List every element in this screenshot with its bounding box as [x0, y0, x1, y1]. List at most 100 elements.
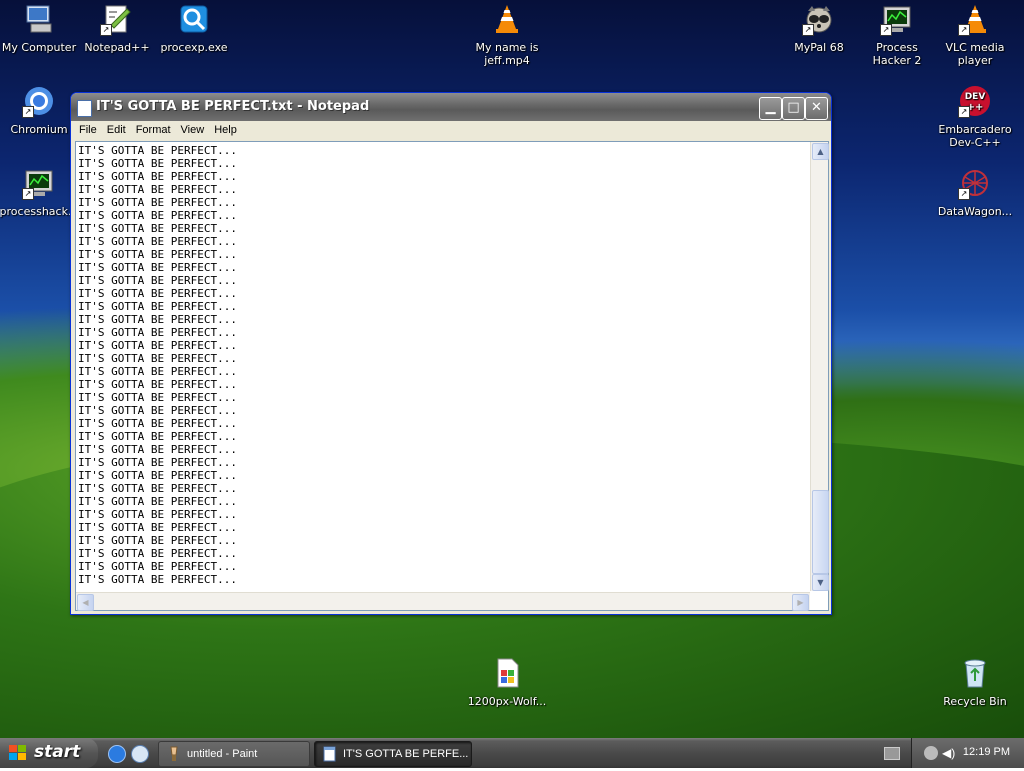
- text-line: IT'S GOTTA BE PERFECT...: [78, 508, 237, 521]
- text-line: IT'S GOTTA BE PERFECT...: [78, 547, 237, 560]
- desktop-icon-mypal[interactable]: ↗ MyPal 68: [778, 3, 860, 54]
- notepad-icon: [323, 746, 337, 762]
- text-line: IT'S GOTTA BE PERFECT...: [78, 482, 237, 495]
- text-editor-area[interactable]: IT'S GOTTA BE PERFECT... IT'S GOTTA BE PE…: [75, 141, 829, 611]
- text-line: IT'S GOTTA BE PERFECT...: [78, 248, 237, 261]
- menu-file[interactable]: File: [74, 122, 102, 138]
- text-line: IT'S GOTTA BE PERFECT...: [78, 521, 237, 534]
- volume-icon[interactable]: ◀): [942, 746, 955, 760]
- text-line: IT'S GOTTA BE PERFECT...: [78, 469, 237, 482]
- minimize-button[interactable]: ▁: [759, 97, 782, 120]
- datawagon-icon: ↗: [958, 167, 991, 200]
- desktop-icon-jeff-video[interactable]: My name is jeff.mp4: [466, 3, 548, 67]
- text-content[interactable]: IT'S GOTTA BE PERFECT... IT'S GOTTA BE PE…: [78, 144, 808, 590]
- shortcut-arrow-icon: ↗: [22, 188, 34, 200]
- desktop-icon-procexp[interactable]: procexp.exe: [153, 3, 235, 54]
- computer-icon: [23, 3, 55, 35]
- chevron-up-icon: ▲: [817, 147, 824, 156]
- taskbar-item-notepad[interactable]: IT'S GOTTA BE PERFE...: [314, 741, 472, 767]
- text-line: IT'S GOTTA BE PERFECT...: [78, 352, 237, 365]
- desktop-icon-process-hacker-2[interactable]: ↗ Process Hacker 2: [856, 3, 938, 67]
- vertical-scroll-thumb[interactable]: [812, 490, 829, 574]
- safely-remove-hardware-icon[interactable]: [924, 746, 938, 760]
- clock[interactable]: 12:19 PM: [963, 746, 1010, 758]
- show-desktop-icon[interactable]: [131, 745, 149, 763]
- taskbar: start untitled - Paint IT'S GOTTA BE PER…: [0, 738, 1024, 768]
- desktop-icon-recycle-bin[interactable]: Recycle Bin: [934, 657, 1016, 708]
- shortcut-arrow-icon: ↗: [880, 24, 892, 36]
- text-line: IT'S GOTTA BE PERFECT...: [78, 443, 237, 456]
- notepadpp-icon: ↗: [100, 3, 133, 36]
- close-button[interactable]: ✕: [805, 97, 828, 120]
- internet-explorer-icon[interactable]: [108, 745, 126, 763]
- text-line: IT'S GOTTA BE PERFECT...: [78, 261, 237, 274]
- notepad-window[interactable]: IT'S GOTTA BE PERFECT.txt - Notepad ▁ □ …: [70, 92, 832, 615]
- text-line: IT'S GOTTA BE PERFECT...: [78, 365, 237, 378]
- start-button[interactable]: start: [0, 738, 98, 768]
- shortcut-arrow-icon: ↗: [958, 24, 970, 36]
- shortcut-arrow-icon: ↗: [958, 106, 970, 118]
- text-line: IT'S GOTTA BE PERFECT...: [78, 209, 237, 222]
- text-line: IT'S GOTTA BE PERFECT...: [78, 300, 237, 313]
- desktop-icon-notepadpp[interactable]: ↗ Notepad++: [76, 3, 158, 54]
- vertical-scrollbar[interactable]: ▲ ▼: [810, 142, 829, 591]
- procexp-icon: [178, 3, 210, 35]
- scroll-right-button[interactable]: ▶: [792, 594, 809, 611]
- desktop: My Computer ↗ Notepad++ procexp.exe My n…: [0, 0, 1024, 738]
- windows-flag-icon: [9, 745, 27, 761]
- menu-view[interactable]: View: [176, 122, 210, 138]
- chevron-down-icon: ▼: [817, 578, 824, 587]
- processhacker-icon: ↗: [880, 3, 913, 36]
- scroll-down-button[interactable]: ▼: [812, 574, 829, 591]
- text-line: IT'S GOTTA BE PERFECT...: [78, 183, 237, 196]
- desktop-icon-wolf-image[interactable]: 1200px-Wolf...: [466, 657, 548, 708]
- chromium-icon: ↗: [22, 85, 55, 118]
- minimize-icon: ▁: [765, 100, 776, 115]
- menu-help[interactable]: Help: [209, 122, 242, 138]
- devcpp-icon: DEV ++ ↗: [958, 85, 991, 118]
- desktop-icon-processhack[interactable]: ↗ processhack...: [0, 167, 80, 218]
- close-icon: ✕: [811, 100, 822, 115]
- maximize-icon: □: [787, 100, 800, 115]
- menu-bar: File Edit Format View Help: [74, 122, 828, 140]
- shortcut-arrow-icon: ↗: [100, 24, 112, 36]
- maximize-button[interactable]: □: [782, 97, 805, 120]
- recycle-bin-icon: [959, 657, 991, 689]
- desktop-icon-my-computer[interactable]: My Computer: [0, 3, 80, 54]
- text-line: IT'S GOTTA BE PERFECT...: [78, 339, 237, 352]
- window-title: IT'S GOTTA BE PERFECT.txt - Notepad: [96, 99, 370, 114]
- scroll-up-button[interactable]: ▲: [812, 143, 829, 160]
- processhacker-icon: ↗: [22, 167, 55, 200]
- vlc-cone-icon: ↗: [958, 3, 991, 36]
- text-line: IT'S GOTTA BE PERFECT...: [78, 287, 237, 300]
- text-line: IT'S GOTTA BE PERFECT...: [78, 391, 237, 404]
- horizontal-scrollbar[interactable]: ◀ ▶: [76, 592, 810, 611]
- shortcut-arrow-icon: ↗: [802, 24, 814, 36]
- scroll-left-button[interactable]: ◀: [77, 594, 94, 611]
- text-line: IT'S GOTTA BE PERFECT...: [78, 326, 237, 339]
- text-line: IT'S GOTTA BE PERFECT...: [78, 274, 237, 287]
- text-line: IT'S GOTTA BE PERFECT...: [78, 157, 237, 170]
- svg-text:DEV: DEV: [965, 92, 986, 102]
- desktop-icon-datawagon[interactable]: ↗ DataWagon...: [934, 167, 1016, 218]
- text-line: IT'S GOTTA BE PERFECT...: [78, 313, 237, 326]
- notepad-app-icon[interactable]: [77, 100, 92, 117]
- system-tray: ◀) 12:19 PM: [884, 738, 1024, 768]
- notepad-title-bar[interactable]: IT'S GOTTA BE PERFECT.txt - Notepad ▁ □ …: [71, 93, 831, 121]
- taskbar-item-paint[interactable]: untitled - Paint: [158, 741, 310, 767]
- mypal-icon: ↗: [802, 3, 835, 36]
- menu-format[interactable]: Format: [131, 122, 176, 138]
- chevron-right-icon: ▶: [797, 598, 804, 607]
- text-line: IT'S GOTTA BE PERFECT...: [78, 534, 237, 547]
- menu-edit[interactable]: Edit: [102, 122, 131, 138]
- desktop-icon-vlc[interactable]: ↗ VLC media player: [934, 3, 1016, 67]
- image-file-icon: [491, 657, 523, 689]
- desktop-icon-chromium[interactable]: ↗ Chromium: [0, 85, 80, 136]
- text-line: IT'S GOTTA BE PERFECT...: [78, 456, 237, 469]
- text-line: IT'S GOTTA BE PERFECT...: [78, 495, 237, 508]
- shortcut-arrow-icon: ↗: [958, 188, 970, 200]
- text-line: IT'S GOTTA BE PERFECT...: [78, 417, 237, 430]
- desktop-icon-devcpp[interactable]: DEV ++ ↗ Embarcadero Dev-C++: [934, 85, 1016, 149]
- text-line: IT'S GOTTA BE PERFECT...: [78, 222, 237, 235]
- keyboard-icon[interactable]: [884, 747, 900, 760]
